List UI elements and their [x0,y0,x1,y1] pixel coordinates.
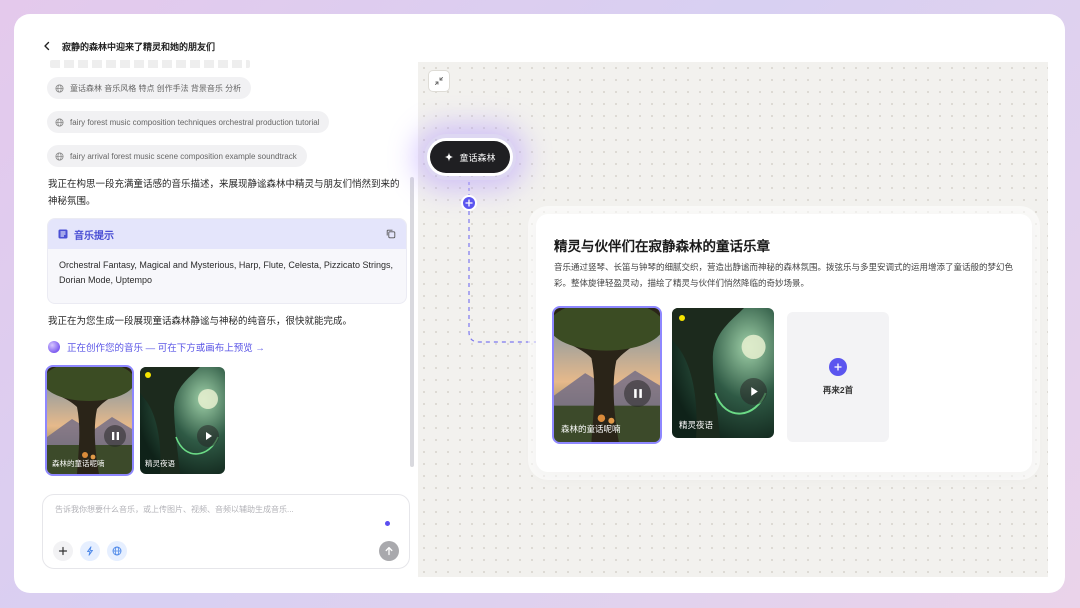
sparkle-icon [444,152,454,162]
track-tile[interactable]: 森林的童话呢喃 [45,365,134,476]
assistant-message: 我正在构思一段充满童话感的音乐描述，来展现静谧森林中精灵与朋友们悄然到来的神秘氛… [48,179,400,207]
scrolled-text-fragment [50,60,250,68]
add-attachment-button[interactable] [53,541,73,561]
prompt-card-header: 音乐提示 [48,219,406,249]
plus-icon [58,546,68,556]
creation-status[interactable]: 正在创作您的音乐 — 可在下方或画布上预览 → [48,340,265,354]
recording-indicator-dot [385,521,390,526]
prompt-card-text: Orchestral Fantasy, Magical and Mysterio… [59,260,393,285]
page-title: 寂静的森林中迎来了精灵和她的朋友们 [62,41,216,52]
canvas[interactable]: 童话森林 精灵与伙伴们在寂静森林的童话乐章 音乐通过竖琴、长笛与钟琴的细腻交织，… [418,62,1048,577]
pause-icon[interactable] [104,425,126,447]
search-chip-label: fairy arrival forest music scene composi… [70,151,297,161]
track-title: 森林的童话呢喃 [561,424,621,434]
play-icon[interactable] [197,425,219,447]
track-tile[interactable]: 森林的童话呢喃 [552,306,662,444]
app-window: 寂静的森林中迎来了精灵和她的朋友们 童话森林 音乐风格 特点 创作手法 背景音乐… [14,14,1065,593]
assistant-message: 我正在为您生成一段展现童话森林静谧与神秘的纯音乐，很快就能完成。 [48,316,353,327]
search-chip[interactable]: 童话森林 音乐风格 特点 创作手法 背景音乐 分析 [47,77,252,99]
track-tile[interactable]: 精灵夜语 [140,367,225,474]
message-input[interactable] [53,504,377,515]
card-description: 音乐通过竖琴、长笛与钟琴的细腻交织，营造出静谧而神秘的森林氛围。拨弦乐与多里安调… [554,262,1014,288]
search-chip-label: 童话森林 音乐风格 特点 创作手法 背景音乐 分析 [70,83,242,93]
plus-icon [465,199,473,207]
lightning-icon [87,546,93,556]
search-chip-label: fairy forest music composition technique… [70,117,320,127]
status-text: 正在创作您的音乐 — 可在下方或画布上预览 → [67,343,265,354]
music-prompt-card: 音乐提示 Orchestral Fantasy, Magical and Mys… [47,218,407,304]
chevron-left-icon[interactable] [40,39,54,53]
chat-scrollbar[interactable] [410,177,414,467]
status-orb-icon [48,341,60,353]
track-title: 森林的童话呢喃 [52,459,105,468]
search-chip[interactable]: fairy arrival forest music scene composi… [47,145,307,167]
generate-more-label: 再来2首 [822,385,854,395]
search-chip[interactable]: fairy forest music composition technique… [47,111,330,133]
prompt-card-title: 音乐提示 [74,230,114,242]
new-indicator-dot [145,372,151,378]
theme-node-label: 童话森林 [459,152,496,163]
send-button[interactable] [379,541,399,561]
track-tile[interactable]: 精灵夜语 [672,308,774,438]
pause-icon[interactable] [624,380,651,407]
play-icon[interactable] [740,378,767,405]
message-composer [42,494,410,569]
generate-more-button[interactable]: 再来2首 [787,312,889,442]
quick-mode-button[interactable] [80,541,100,561]
globe-icon [55,117,64,127]
list-icon [58,229,68,239]
copy-icon[interactable] [386,229,396,239]
track-title: 精灵夜语 [679,420,714,430]
web-search-button[interactable] [107,541,127,561]
card-title: 精灵与伙伴们在寂静森林的童话乐章 [554,239,770,254]
track-title: 精灵夜语 [145,459,175,468]
globe-icon [55,151,64,161]
send-arrow-icon [385,546,393,556]
music-result-card: 精灵与伙伴们在寂静森林的童话乐章 音乐通过竖琴、长笛与钟琴的细腻交织，营造出静谧… [536,214,1032,472]
new-indicator-dot [679,315,685,321]
theme-node[interactable]: 童话森林 [430,141,510,173]
globe-icon [112,546,122,556]
header: 寂静的森林中迎来了精灵和她的朋友们 [40,39,215,53]
plus-icon [829,358,847,376]
add-node-button[interactable] [461,195,477,211]
track-cover-image [554,308,660,442]
globe-icon [55,83,64,93]
